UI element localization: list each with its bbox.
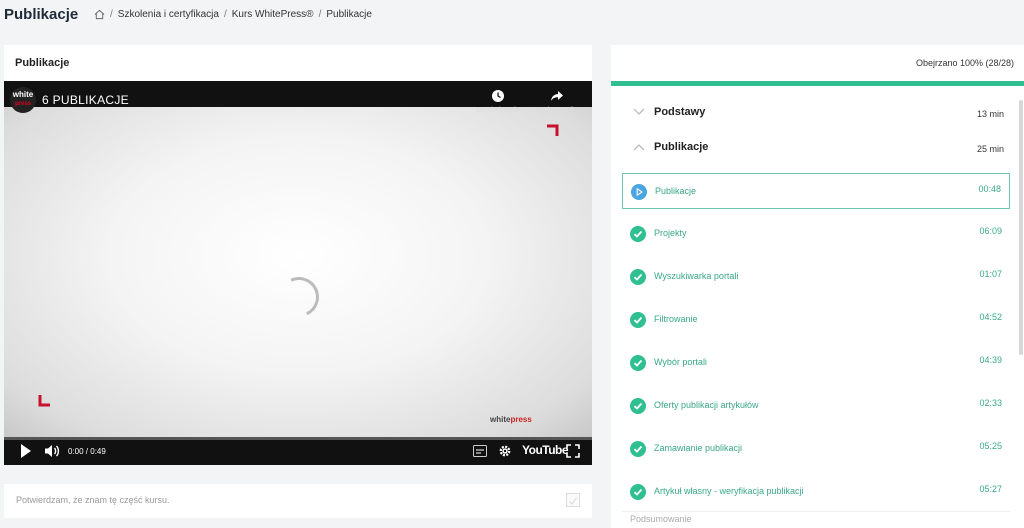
share-button[interactable]: Udostępnij	[529, 89, 585, 114]
confirm-card: Potwierdzam, że znam tę część kursu.	[4, 484, 592, 518]
course-panel-scrollbar[interactable]	[1019, 100, 1023, 355]
lesson-label: Wyszukiwarka portali	[654, 271, 739, 281]
brand-watermark: whitepress	[490, 415, 532, 424]
chevron-up-icon	[633, 144, 645, 151]
section-duration: 13 min	[976, 109, 1004, 119]
video-progress-bar[interactable]	[4, 437, 592, 440]
confirm-checkbox[interactable]	[566, 493, 580, 507]
breadcrumb-item-course[interactable]: Kurs WhitePress®	[232, 9, 314, 20]
lesson-item[interactable]: Publikacje 00:48	[622, 173, 1010, 209]
check-circle-icon	[630, 398, 646, 414]
breadcrumb-item-current: Publikacje	[326, 9, 372, 20]
check-icon	[569, 497, 577, 505]
subtitles-icon[interactable]	[473, 445, 487, 457]
breadcrumb-item-trainings[interactable]: Szkolenia i certyfikacja	[118, 9, 219, 20]
lesson-item[interactable]: Filtrowanie 04:52	[622, 302, 1010, 338]
breadcrumb: / Szkolenia i certyfikacja / Kurs WhiteP…	[94, 9, 372, 20]
video-frame[interactable]: whitepress	[4, 107, 592, 437]
lesson-duration: 06:09	[979, 226, 1002, 236]
course-panel: Obejrzano 100% (28/28) Podstawy 13 min P…	[611, 45, 1024, 528]
section-label: Podstawy	[654, 106, 706, 118]
lesson-item[interactable]: Artykuł własny - weryfikacja publikacji …	[622, 474, 1010, 510]
corner-marker-icon	[38, 395, 50, 407]
watched-status: Obejrzano 100% (28/28)	[915, 58, 1014, 68]
lesson-label: Zamawianie publikacji	[654, 443, 743, 453]
check-circle-icon	[630, 441, 646, 457]
lesson-label: Artykuł własny - weryfikacja publikacji	[654, 486, 804, 496]
video-card: Publikacje whitepress white press 6 PUBL…	[4, 45, 592, 465]
lesson-item[interactable]: Zamawianie publikacji 05:25	[622, 431, 1010, 467]
lesson-duration: 00:48	[978, 184, 1001, 194]
lesson-label: Oferty publikacji artykułów	[654, 400, 759, 410]
settings-gear-icon[interactable]	[498, 444, 512, 458]
lesson-duration: 02:33	[979, 398, 1002, 408]
watch-later-button[interactable]: Do obejrzenia	[470, 89, 526, 114]
section-label: Publikacje	[654, 141, 709, 153]
video-player[interactable]: whitepress white press 6 PUBLIKACJE Do o…	[4, 81, 592, 465]
home-icon[interactable]	[94, 9, 105, 20]
chevron-down-icon	[633, 108, 645, 115]
watched-progress-bar	[611, 81, 1024, 86]
section-podstawy[interactable]: Podstawy 13 min	[611, 100, 1016, 128]
section-publikacje[interactable]: Publikacje 25 min	[611, 135, 1016, 163]
youtube-logo[interactable]: YouTube	[522, 443, 569, 457]
lesson-label: Wybór portali	[654, 357, 707, 367]
volume-icon[interactable]	[44, 443, 60, 459]
play-circle-icon	[631, 184, 647, 200]
section-duration: 25 min	[976, 144, 1004, 154]
check-circle-icon	[630, 312, 646, 328]
clock-icon	[492, 90, 504, 102]
fullscreen-icon[interactable]	[566, 444, 580, 458]
lesson-duration: 04:39	[979, 355, 1002, 365]
play-icon[interactable]	[19, 443, 33, 459]
share-icon	[551, 91, 563, 101]
lesson-duration: 01:07	[979, 269, 1002, 279]
lesson-duration: 04:52	[979, 312, 1002, 322]
check-circle-icon	[630, 269, 646, 285]
channel-logo[interactable]: white press	[10, 87, 36, 113]
lesson-duration: 05:25	[979, 441, 1002, 451]
loading-spinner-icon	[273, 271, 325, 323]
lesson-item[interactable]: Projekty 06:09	[622, 216, 1010, 252]
lesson-duration: 05:27	[979, 484, 1002, 494]
lesson-item[interactable]: Wybór portali 04:39	[622, 345, 1010, 381]
lesson-item[interactable]: Oferty publikacji artykułów 02:33	[622, 388, 1010, 424]
lesson-label: Publikacje	[655, 186, 697, 196]
divider	[622, 511, 1010, 512]
check-circle-icon	[630, 226, 646, 242]
video-time: 0:00 / 0:49	[68, 447, 106, 456]
lesson-item[interactable]: Wyszukiwarka portali 01:07	[622, 259, 1010, 295]
page-title: Publikacje	[4, 6, 79, 23]
check-circle-icon	[630, 355, 646, 371]
video-card-title: Publikacje	[15, 57, 70, 69]
lesson-label: Filtrowanie	[654, 314, 698, 324]
lesson-label: Projekty	[654, 228, 687, 238]
top-bar: Publikacje / Szkolenia i certyfikacja / …	[0, 0, 1024, 30]
confirm-text: Potwierdzam, że znam tę część kursu.	[16, 495, 170, 505]
check-circle-icon	[630, 484, 646, 500]
section-summary[interactable]: Podsumowanie	[630, 514, 692, 524]
corner-marker-icon	[547, 124, 559, 136]
video-title[interactable]: 6 PUBLIKACJE	[42, 93, 129, 107]
